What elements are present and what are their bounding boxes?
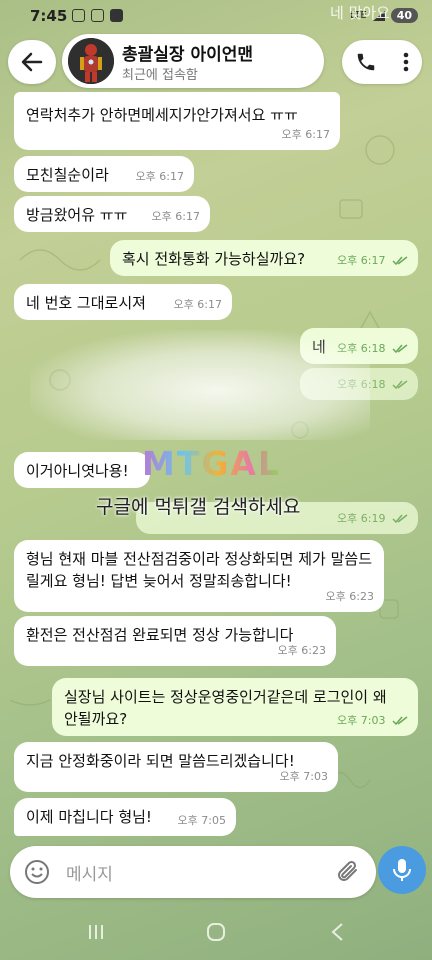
screenshot-icon bbox=[91, 9, 104, 22]
paperclip-icon[interactable] bbox=[336, 858, 362, 886]
message-incoming[interactable]: 환전은 전산점검 완료되면 정상 가능합니다 오후 6:23 bbox=[14, 616, 336, 666]
gallery-icon bbox=[72, 9, 85, 22]
emoji-icon[interactable] bbox=[24, 859, 50, 885]
watermark-logo-text: MTGAL bbox=[142, 444, 282, 483]
recent-apps-icon[interactable] bbox=[86, 922, 106, 942]
message-text: 연락처추가 안하면메세지가안가져서요 ㅠㅠ bbox=[26, 106, 298, 124]
message-time: 오후 6:17 bbox=[337, 250, 408, 272]
message-time: 오후 7:03 bbox=[279, 770, 328, 783]
message-incoming[interactable]: 방금왔어유 ㅠㅠ 오후 6:17 bbox=[14, 196, 210, 232]
message-input[interactable]: 메시지 bbox=[66, 860, 113, 885]
message-time: 오후 6:17 bbox=[151, 210, 200, 223]
message-input-bar: 메시지 bbox=[10, 846, 376, 898]
double-check-icon bbox=[392, 256, 408, 266]
back-nav-icon[interactable] bbox=[328, 922, 348, 942]
message-time: 오후 7:03 bbox=[337, 710, 408, 732]
avatar[interactable] bbox=[68, 38, 114, 84]
message-text: 지금 안정화중이라 되면 말씀드리겠습니다! bbox=[26, 752, 295, 770]
message-time: 오후 6:17 bbox=[173, 298, 222, 311]
message-time-label: 오후 6:17 bbox=[337, 254, 386, 267]
double-check-icon bbox=[392, 716, 408, 726]
ironman-avatar-icon bbox=[68, 38, 114, 84]
watermark-text: 구글에 먹튀갤 검색하세요 bbox=[96, 496, 301, 518]
status-time: 7:45 bbox=[30, 7, 68, 25]
more-vertical-icon[interactable] bbox=[403, 51, 409, 73]
message-time: 오후 6:23 bbox=[325, 590, 374, 603]
header-overlay-text: 네 맞아요 bbox=[330, 4, 390, 22]
message-text: 환전은 전산점검 완료되면 정상 가능합니다 bbox=[26, 626, 294, 644]
message-text: 혹시 전화통화 가능하실까요? bbox=[122, 250, 306, 268]
message-text: 이거아니엿나용! bbox=[26, 462, 129, 480]
double-check-icon bbox=[392, 380, 408, 390]
message-incoming[interactable]: 네 번호 그대로시져 오후 6:17 bbox=[14, 284, 232, 320]
message-time: 오후 7:05 bbox=[177, 814, 226, 827]
message-incoming[interactable]: 이거아니엿나용! bbox=[14, 452, 150, 488]
message-text: 이제 마칩니다 형님! bbox=[26, 808, 152, 826]
message-text: 방금왔어유 ㅠㅠ bbox=[26, 206, 128, 224]
chat-name: 총괄실장 아이언맨 bbox=[122, 45, 254, 65]
message-time: 오후 6:23 bbox=[277, 644, 326, 657]
microphone-icon bbox=[393, 859, 411, 881]
battery-badge: 40 bbox=[390, 8, 418, 23]
phone-icon[interactable] bbox=[355, 51, 377, 73]
message-incoming[interactable]: 지금 안정화중이라 되면 말씀드리겠습니다! 오후 7:03 bbox=[14, 742, 338, 792]
message-incoming[interactable]: 모친칠순이라 오후 6:17 bbox=[14, 156, 194, 192]
arrow-left-icon bbox=[21, 52, 43, 72]
double-check-icon bbox=[392, 344, 408, 354]
microphone-button[interactable] bbox=[378, 846, 426, 894]
message-time-label: 오후 7:03 bbox=[337, 714, 386, 727]
watermark-logo: MTGAL bbox=[142, 444, 281, 483]
chat-status: 최근에 접속함 bbox=[122, 68, 198, 83]
header-actions bbox=[342, 40, 422, 84]
status-notification-icons bbox=[72, 9, 123, 22]
back-button[interactable] bbox=[8, 40, 56, 84]
message-outgoing[interactable]: 실장님 사이트는 정상운영중인거같은데 로그인이 왜 안될까요? 오후 7:03 bbox=[52, 678, 418, 736]
message-time: 오후 6:17 bbox=[135, 170, 184, 183]
naver-icon bbox=[110, 9, 123, 22]
message-incoming[interactable]: 연락처추가 안하면메세지가안가져서요 ㅠㅠ 오후 6:17 bbox=[14, 92, 340, 150]
double-check-icon bbox=[392, 514, 408, 524]
message-time-label: 오후 6:19 bbox=[337, 512, 386, 525]
message-text: 네 번호 그대로시져 bbox=[26, 294, 146, 312]
message-incoming[interactable]: 형님 현재 마블 전산점검중이라 정상화되면 제가 말씀드릴게요 형님! 답변 … bbox=[14, 540, 384, 612]
home-icon[interactable] bbox=[206, 922, 226, 942]
message-incoming[interactable]: 이제 마칩니다 형님! 오후 7:05 bbox=[14, 798, 236, 836]
message-time: 오후 6:19 bbox=[337, 508, 408, 530]
message-text: 형님 현재 마블 전산점검중이라 정상화되면 제가 말씀드릴게요 형님! 답변 … bbox=[26, 550, 373, 590]
system-navigation-bar bbox=[0, 904, 432, 960]
blurred-region bbox=[30, 330, 370, 440]
message-time: 오후 6:17 bbox=[281, 128, 330, 141]
message-text: 모친칠순이라 bbox=[26, 166, 109, 184]
chat-header[interactable]: 총괄실장 아이언맨 최근에 접속함 bbox=[62, 34, 324, 88]
message-outgoing[interactable]: 혹시 전화통화 가능하실까요? 오후 6:17 bbox=[110, 240, 418, 276]
